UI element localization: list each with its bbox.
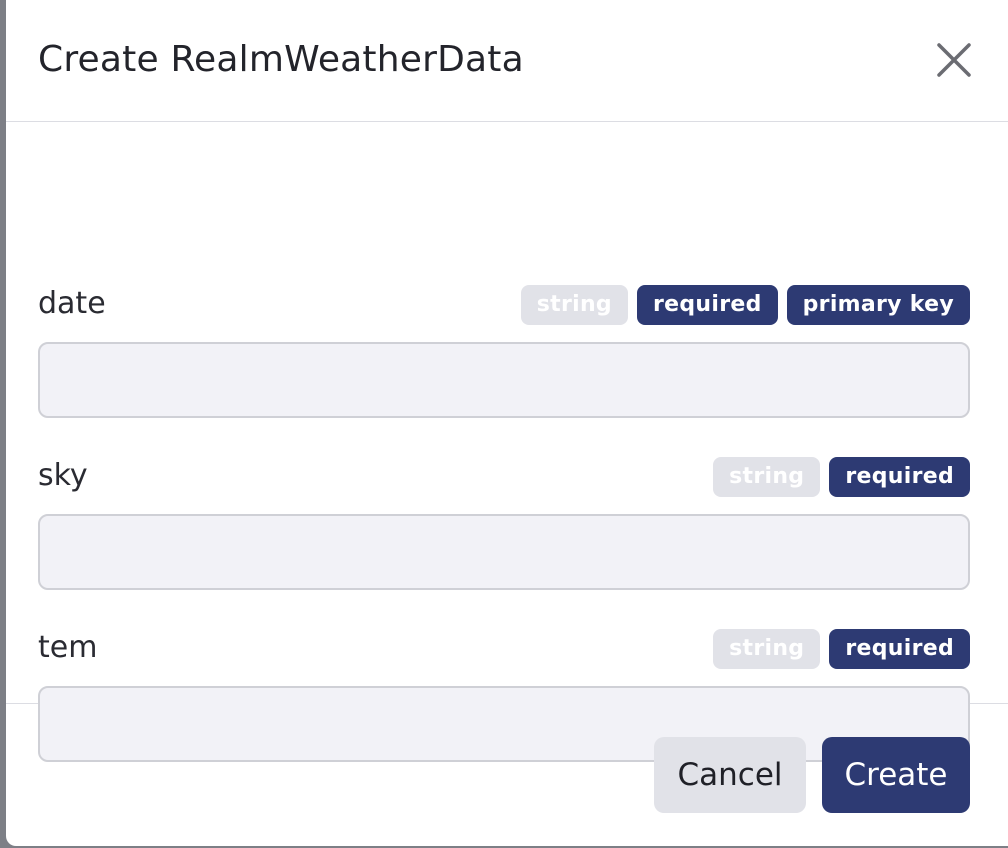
field-label-tem: tem [38,630,98,665]
create-object-dialog: Create RealmWeatherData date string requ… [6,0,1008,846]
required-badge: required [829,629,970,669]
date-input[interactable] [38,342,970,418]
type-badge: string [713,457,821,497]
cancel-button[interactable]: Cancel [654,737,806,813]
field-badges-date: string required primary key [520,285,970,325]
sky-input[interactable] [38,514,970,590]
close-icon [937,43,971,77]
field-label-sky: sky [38,458,88,493]
field-badges-sky: string required [713,457,970,497]
required-badge: required [829,457,970,497]
primary-key-badge: primary key [786,285,970,325]
dialog-body: date string required primary key sky str… [6,122,1008,762]
field-label-date: date [38,286,106,321]
field-badges-tem: string required [713,629,970,669]
required-badge: required [636,285,778,325]
type-badge: string [520,285,628,325]
dialog-footer: Cancel Create [6,704,1008,846]
dialog-header: Create RealmWeatherData [6,0,1008,122]
dialog-title: Create RealmWeatherData [38,39,524,80]
type-badge: string [713,629,821,669]
close-button[interactable] [934,40,974,80]
create-button[interactable]: Create [822,737,970,813]
